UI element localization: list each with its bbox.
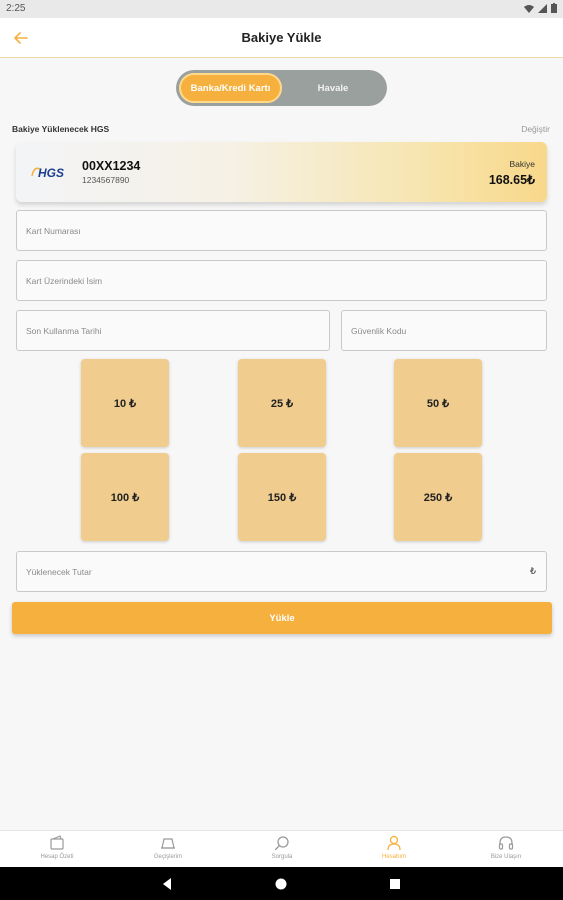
hgs-section-header: Bakiye Yüklenecek HGS Değiştir bbox=[12, 124, 550, 136]
tab-label: Hesap Özeti bbox=[40, 854, 74, 860]
load-button[interactable]: Yükle bbox=[12, 602, 552, 634]
system-nav-bar bbox=[0, 867, 563, 900]
card-number-placeholder: Kart Numarası bbox=[26, 226, 81, 236]
security-code-field[interactable]: Güvenlik Kodu bbox=[341, 310, 547, 351]
tab-label: Hesabım bbox=[381, 854, 406, 860]
amount-option[interactable]: 150 ₺ bbox=[238, 453, 326, 541]
currency-suffix: ₺ bbox=[529, 566, 536, 577]
cvv-placeholder: Güvenlik Kodu bbox=[351, 326, 407, 336]
home-circle-icon[interactable] bbox=[274, 877, 288, 891]
hgs-logo: HGS bbox=[31, 166, 64, 180]
search-icon bbox=[274, 836, 289, 851]
hgs-section-label: Bakiye Yüklenecek HGS bbox=[12, 124, 110, 134]
amount-option[interactable]: 25 ₺ bbox=[238, 359, 326, 447]
headset-icon bbox=[498, 836, 514, 850]
hgs-logo-text: HGS bbox=[38, 166, 64, 180]
tab-label: Bize Ulaşın bbox=[490, 854, 522, 860]
card-number-field[interactable]: Kart Numarası bbox=[16, 210, 547, 251]
recents-square-icon[interactable] bbox=[388, 877, 402, 891]
amount-input[interactable]: Yüklenecek Tutar ₺ bbox=[16, 551, 547, 592]
tab-passages[interactable]: Geçişlerim bbox=[128, 835, 208, 867]
battery-icon bbox=[551, 3, 557, 13]
tab-card-payment[interactable]: Banka/Kredi Kartı bbox=[179, 73, 282, 103]
tab-my-account[interactable]: Hesabım bbox=[354, 835, 434, 867]
user-icon bbox=[387, 835, 401, 851]
tab-query[interactable]: Sorgula bbox=[242, 835, 322, 867]
page-title: Bakiye Yükle bbox=[241, 30, 322, 45]
amount-option[interactable]: 50 ₺ bbox=[394, 359, 482, 447]
tab-contact[interactable]: Bize Ulaşın bbox=[466, 835, 546, 867]
balance-value: 168.65₺ bbox=[488, 173, 535, 187]
expiry-date-field[interactable]: Son Kullanma Tarihi bbox=[16, 310, 330, 351]
card-name-placeholder: Kart Üzerindeki İsim bbox=[26, 276, 103, 286]
amount-placeholder: Yüklenecek Tutar bbox=[26, 567, 92, 577]
tab-label: Sorgula bbox=[271, 854, 293, 860]
signal-icon bbox=[538, 3, 547, 13]
hgs-plate: 00XX1234 bbox=[82, 159, 141, 173]
payment-method-toggle: Banka/Kredi Kartı Havale bbox=[176, 70, 387, 106]
amount-option[interactable]: 100 ₺ bbox=[81, 453, 169, 541]
bottom-tab-bar: Hesap Özeti Geçişlerim Sorgula Hesabım B… bbox=[0, 830, 563, 867]
expiry-placeholder: Son Kullanma Tarihi bbox=[26, 326, 102, 336]
toll-gate-icon bbox=[161, 838, 175, 849]
tab-transfer[interactable]: Havale bbox=[282, 73, 384, 103]
card-name-field[interactable]: Kart Üzerindeki İsim bbox=[16, 260, 547, 301]
status-bar: 2:25 bbox=[0, 0, 563, 18]
balance-label: Bakiye bbox=[509, 159, 535, 169]
tab-label: Geçişlerim bbox=[153, 854, 183, 860]
tab-account-summary[interactable]: Hesap Özeti bbox=[17, 835, 97, 867]
wifi-icon bbox=[524, 4, 534, 13]
amount-option[interactable]: 10 ₺ bbox=[81, 359, 169, 447]
back-triangle-icon[interactable] bbox=[160, 877, 174, 891]
hgs-card[interactable]: HGS 00XX1234 1234567890 Bakiye 168.65₺ bbox=[16, 142, 547, 202]
change-hgs-link[interactable]: Değiştir bbox=[521, 124, 550, 134]
status-time: 2:25 bbox=[6, 3, 26, 14]
wallet-icon bbox=[50, 835, 64, 850]
app-bar: Bakiye Yükle bbox=[0, 18, 563, 58]
hgs-serial: 1234567890 bbox=[82, 175, 130, 185]
amount-option[interactable]: 250 ₺ bbox=[394, 453, 482, 541]
